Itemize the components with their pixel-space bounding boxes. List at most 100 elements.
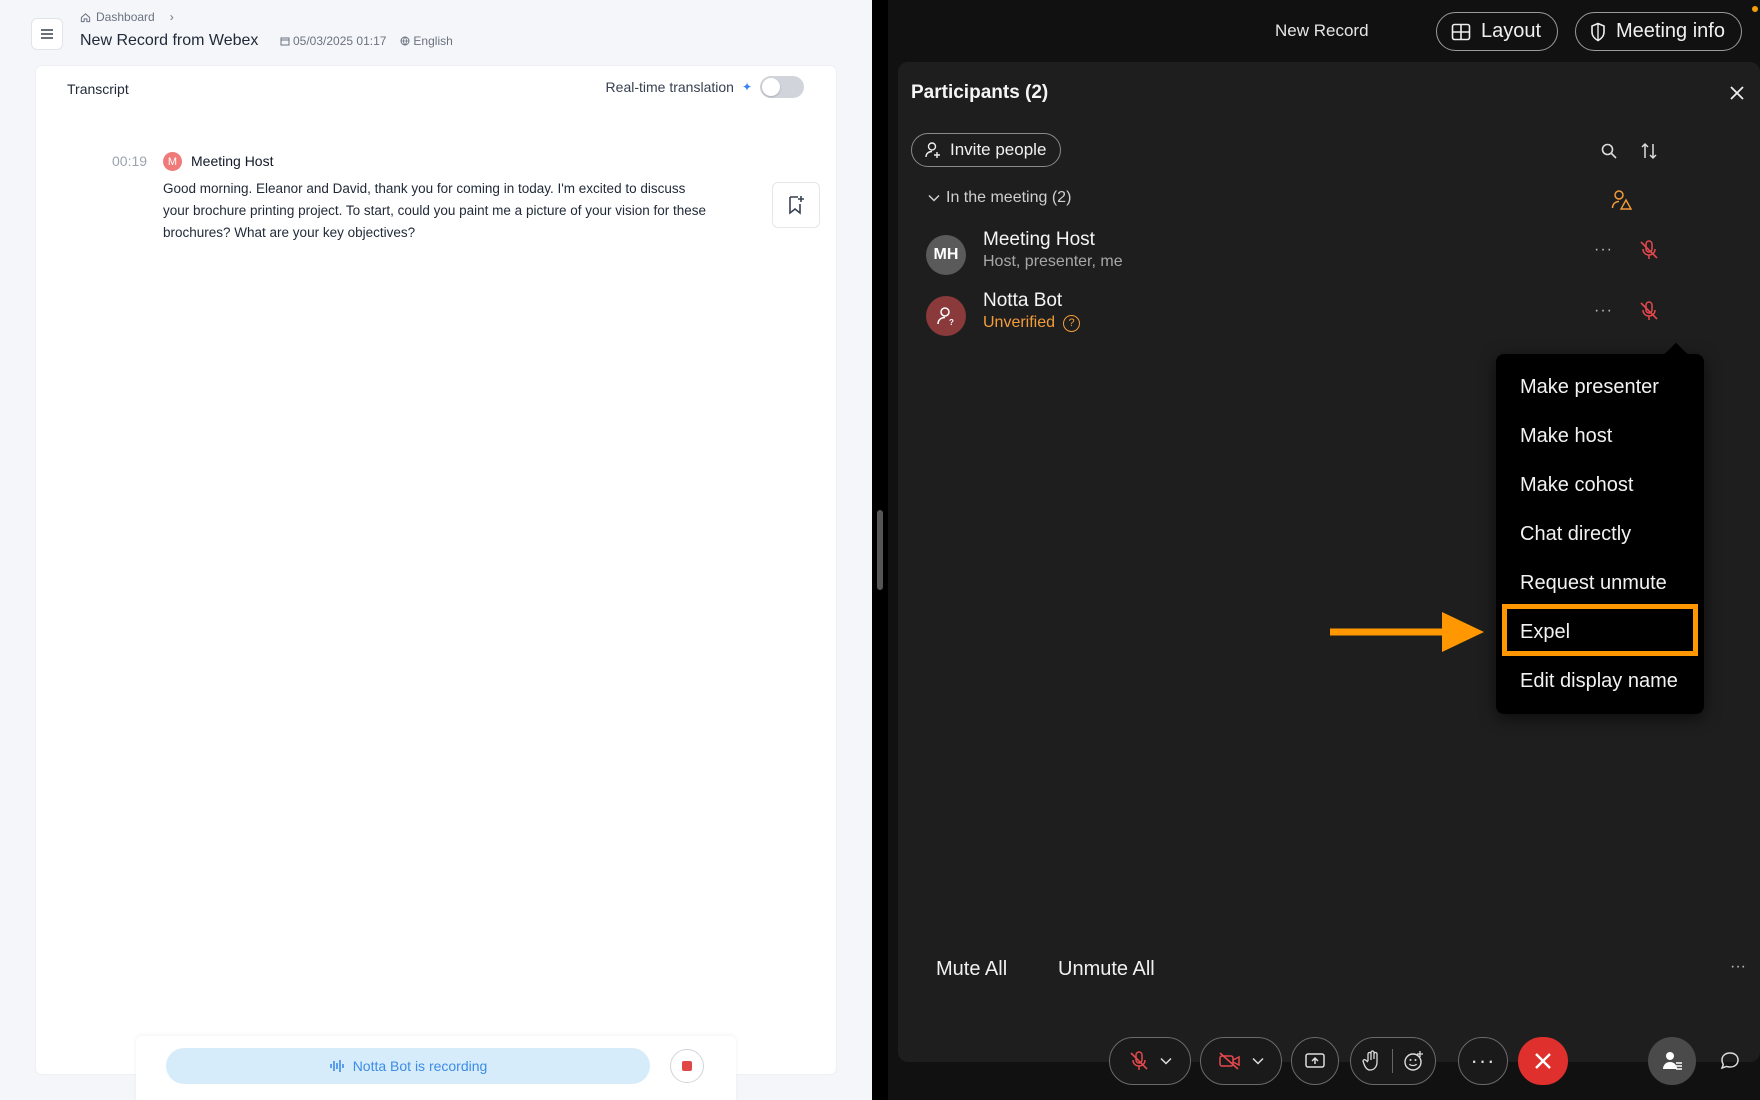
participant-row-notta-bot[interactable]: ? Notta Bot Unverified ? ···	[926, 290, 1686, 340]
mute-toggle-button[interactable]	[1109, 1037, 1191, 1085]
transcript-card: Transcript Real-time translation ✦ 00:19…	[36, 66, 836, 1074]
panel-more-button[interactable]: ···	[1730, 958, 1746, 976]
participant-role: Host, presenter, me	[983, 253, 1123, 271]
participant-more-button[interactable]: ···	[1594, 241, 1613, 259]
close-icon	[1730, 86, 1744, 100]
record-date-text: 05/03/2025 01:17	[293, 34, 387, 48]
raise-hand-icon[interactable]	[1361, 1050, 1382, 1072]
menu-button[interactable]	[31, 18, 63, 50]
video-off-icon	[1219, 1052, 1240, 1070]
avatar: MH	[926, 235, 966, 275]
calendar-icon	[280, 37, 290, 46]
page-title: New Record from Webex	[80, 32, 259, 49]
annotation-arrow-icon	[1330, 612, 1484, 652]
add-person-icon	[925, 142, 940, 158]
bookmark-add-icon	[789, 196, 804, 215]
participants-panel: Participants (2) Invite people In the me…	[898, 62, 1760, 1062]
participant-row-host[interactable]: MH Meeting Host Host, presenter, me ···	[926, 229, 1686, 279]
sort-participants-button[interactable]	[1638, 140, 1660, 162]
bookmark-button[interactable]	[772, 182, 820, 228]
menu-item-edit-display-name[interactable]: Edit display name	[1520, 670, 1678, 693]
participant-status-text: Unverified	[983, 314, 1056, 331]
realtime-translation-toggle[interactable]	[760, 76, 804, 98]
speaker-avatar: M	[163, 152, 182, 171]
record-meta: 05/03/2025 01:17 English	[280, 34, 453, 48]
mic-muted-icon[interactable]	[1638, 300, 1660, 322]
help-icon[interactable]: ?	[1063, 314, 1081, 332]
realtime-translation-label: Real-time translation	[605, 79, 734, 95]
mute-all-button[interactable]: Mute All	[936, 958, 1007, 981]
sparkle-icon: ✦	[741, 80, 752, 94]
close-icon	[1535, 1053, 1551, 1069]
share-screen-button[interactable]	[1291, 1037, 1339, 1085]
chat-icon	[1720, 1052, 1739, 1070]
realtime-translation: Real-time translation ✦	[606, 76, 804, 98]
breadcrumb-dashboard-link[interactable]: Dashboard	[96, 10, 155, 24]
leave-meeting-button[interactable]	[1518, 1037, 1568, 1085]
layout-button-label: Layout	[1481, 20, 1542, 42]
mic-muted-icon	[1130, 1051, 1148, 1070]
reactions-group	[1350, 1037, 1436, 1085]
menu-item-make-presenter[interactable]: Make presenter	[1520, 376, 1659, 399]
participant-role-text: Host, presenter, me	[983, 253, 1123, 270]
split-resize-handle[interactable]	[877, 510, 883, 590]
layout-grid-icon	[1451, 23, 1471, 40]
in-meeting-section-label: In the meeting (2)	[946, 189, 1072, 206]
unmute-all-button[interactable]: Unmute All	[1058, 958, 1155, 981]
more-options-button[interactable]: ···	[1458, 1037, 1508, 1085]
breadcrumb: Dashboard ›	[80, 10, 174, 24]
svg-text:?: ?	[949, 318, 954, 327]
stop-recording-button[interactable]	[670, 1049, 704, 1083]
layout-button[interactable]: Layout	[1436, 12, 1559, 51]
menu-item-request-unmute[interactable]: Request unmute	[1520, 572, 1667, 595]
record-language: English	[400, 34, 453, 48]
record-language-text: English	[413, 34, 453, 48]
chevron-right-icon: ›	[169, 10, 174, 24]
video-toggle-button[interactable]	[1200, 1037, 1282, 1085]
mic-muted-icon[interactable]	[1638, 239, 1660, 261]
participant-status: Unverified ?	[983, 314, 1081, 332]
search-icon	[1601, 143, 1617, 159]
invite-people-button[interactable]: Invite people	[911, 133, 1062, 167]
segment-timestamp[interactable]: 00:19	[112, 153, 147, 169]
participant-context-menu: Make presenter Make host Make cohost Cha…	[1496, 354, 1704, 714]
meeting-title: New Record	[1275, 21, 1369, 40]
chevron-down-icon[interactable]	[1252, 1057, 1264, 1065]
reactions-divider	[1391, 1049, 1393, 1073]
emoji-reaction-icon[interactable]	[1403, 1050, 1425, 1072]
waveform-icon	[329, 1060, 344, 1072]
meeting-info-button[interactable]: Meeting info	[1575, 12, 1742, 51]
home-icon	[80, 12, 91, 22]
more-dots-icon: ···	[1470, 1048, 1496, 1073]
chevron-down-icon	[928, 194, 940, 202]
participant-name: Meeting Host	[983, 229, 1095, 250]
recording-status-text: Notta Bot is recording	[352, 1058, 488, 1074]
menu-item-chat-directly[interactable]: Chat directly	[1520, 523, 1631, 546]
hamburger-icon	[41, 29, 53, 39]
avatar: ?	[926, 296, 966, 336]
segment-text[interactable]: Good morning. Eleanor and David, thank y…	[163, 178, 708, 244]
webex-app: New Record Layout Meeting info Participa…	[888, 0, 1760, 1100]
chat-button[interactable]	[1708, 1037, 1752, 1085]
search-participants-button[interactable]	[1598, 140, 1620, 162]
participants-button[interactable]	[1648, 1037, 1696, 1085]
record-date: 05/03/2025 01:17	[280, 34, 386, 48]
person-warning-icon	[1611, 190, 1633, 210]
menu-item-make-cohost[interactable]: Make cohost	[1520, 474, 1633, 497]
speaker-name[interactable]: Meeting Host	[191, 153, 273, 169]
chevron-down-icon[interactable]	[1160, 1057, 1172, 1065]
shield-icon	[1591, 22, 1605, 41]
notification-dot	[1752, 6, 1758, 12]
waiting-alert-button[interactable]	[1611, 189, 1633, 211]
menu-item-make-host[interactable]: Make host	[1520, 425, 1612, 448]
panel-title: Participants (2)	[911, 82, 1049, 103]
menu-item-expel[interactable]: Expel	[1520, 621, 1570, 644]
notta-app: Dashboard › New Record from Webex 05/03/…	[0, 0, 872, 1100]
invite-people-label: Invite people	[950, 140, 1047, 159]
close-panel-button[interactable]	[1724, 80, 1750, 106]
participants-icon	[1663, 1052, 1682, 1070]
meeting-info-label: Meeting info	[1616, 20, 1725, 42]
participant-more-button[interactable]: ···	[1594, 302, 1613, 320]
in-meeting-section-toggle[interactable]: In the meeting (2)	[928, 189, 1071, 207]
transcript-tab[interactable]: Transcript	[67, 81, 129, 97]
